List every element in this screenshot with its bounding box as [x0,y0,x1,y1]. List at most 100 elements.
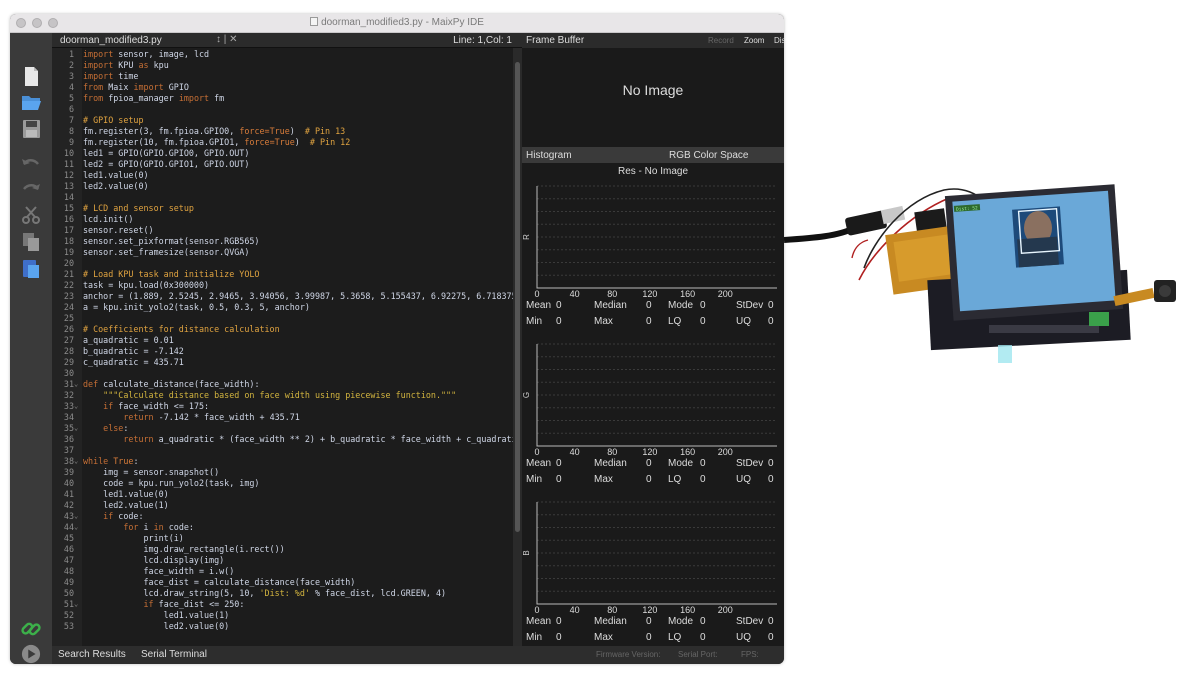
x-tick-label: 120 [642,605,657,614]
line-number: 21 [63,269,74,279]
code-line[interactable]: 12 led1.value(0) [52,170,513,181]
color-space-select[interactable]: RGB Color Space [669,150,748,161]
code-line[interactable]: 11 led2 = GPIO(GPIO.GPIO1, GPIO.OUT) [52,159,513,170]
code-line[interactable]: 10 led1 = GPIO(GPIO.GPIO0, GPIO.OUT) [52,148,513,159]
code-line[interactable]: 38 ⌄ while True: [52,456,513,467]
tab-controls[interactable]: ↕ | ✕ [216,34,238,45]
tab-serial-terminal[interactable]: Serial Terminal [141,649,207,660]
code-line[interactable]: 47 lcd.display(img) [52,555,513,566]
code-line[interactable]: 49 face_dist = calculate_distance(face_w… [52,577,513,588]
code-line[interactable]: 27 a_quadratic = 0.01 [52,335,513,346]
line-number: 22 [63,280,74,290]
fold-toggle-icon[interactable]: ⌄ [74,423,82,434]
open-file-tab[interactable]: doorman_modified3.py [60,35,162,46]
code-line[interactable]: 30 [52,368,513,379]
code-line[interactable]: 34 return -7.142 * face_width + 435.71 [52,412,513,423]
zoom-button[interactable]: Zoom [744,36,764,45]
code-text: from Maix import GPIO [83,82,189,92]
code-text: a_quadratic = 0.01 [83,335,174,345]
undo-icon[interactable] [19,153,43,175]
code-line[interactable]: 25 [52,313,513,324]
code-line[interactable]: 37 [52,445,513,456]
stat-value: 0 [700,316,706,327]
stat-label: UQ [736,632,751,643]
line-number: 51 [63,599,74,609]
code-line[interactable]: 6 [52,104,513,115]
code-line[interactable]: 21 # Load KPU task and initialize YOLO [52,269,513,280]
redo-icon[interactable] [19,178,43,200]
code-line[interactable]: 41 led1.value(0) [52,489,513,500]
code-line[interactable]: 51 ⌄ if face_dist <= 250: [52,599,513,610]
code-line[interactable]: 29 c_quadratic = 435.71 [52,357,513,368]
code-line[interactable]: 26 # Coefficients for distance calculatio… [52,324,513,335]
code-line[interactable]: 28 b_quadratic = -7.142 [52,346,513,357]
code-line[interactable]: 45 print(i) [52,533,513,544]
fold-toggle-icon[interactable]: ⌄ [74,456,82,467]
code-line[interactable]: 35 ⌄ else: [52,423,513,434]
code-line[interactable]: 8 fm.register(3, fm.fpioa.GPIO0, force=Tr… [52,126,513,137]
code-line[interactable]: 31 ⌄ def calculate_distance(face_width): [52,379,513,390]
run-icon[interactable] [19,644,43,664]
save-icon[interactable] [19,118,43,140]
code-text: img.draw_rectangle(i.rect()) [83,544,285,554]
scrollbar-thumb[interactable] [515,62,520,532]
tab-histogram[interactable]: Histogram [526,150,572,161]
code-line[interactable]: 18 sensor.set_pixformat(sensor.RGB565) [52,236,513,247]
code-line[interactable]: 40 code = kpu.run_yolo2(task, img) [52,478,513,489]
code-line[interactable]: 1 import sensor, image, lcd [52,49,513,60]
fold-toggle-icon[interactable]: ⌄ [74,401,82,412]
code-line[interactable]: 50 lcd.draw_string(5, 10, 'Dist: %d' % f… [52,588,513,599]
tab-search-results[interactable]: Search Results [58,649,126,660]
code-line[interactable]: 48 face_width = i.w() [52,566,513,577]
dev-board: Dist: 52 [885,184,1131,363]
code-line[interactable]: 2 import KPU as kpu [52,60,513,71]
stat-value: 0 [700,632,706,643]
code-line[interactable]: 53 led2.value(0) [52,621,513,632]
copy-icon[interactable] [19,231,43,253]
paste-icon[interactable] [19,257,43,279]
disable-button[interactable]: Dis [774,36,784,45]
code-line[interactable]: 20 [52,258,513,269]
code-line[interactable]: 43 ⌄ if code: [52,511,513,522]
new-file-icon[interactable] [19,65,43,87]
code-line[interactable]: 5 from fpioa_manager import fm [52,93,513,104]
cut-icon[interactable] [19,204,43,226]
fold-toggle-icon[interactable]: ⌄ [74,522,82,533]
code-editor[interactable]: 1 import sensor, image, lcd 2 import KPU as… [52,48,513,649]
editor-scrollbar[interactable] [513,48,522,649]
line-number: 16 [63,214,74,224]
code-line[interactable]: 14 [52,192,513,203]
connect-link-icon[interactable] [19,618,43,640]
code-line[interactable]: 16 lcd.init() [52,214,513,225]
code-line[interactable]: 7 # GPIO setup [52,115,513,126]
code-line[interactable]: 19 sensor.set_framesize(sensor.QVGA) [52,247,513,258]
stat-label: Mode [668,458,694,469]
channel-label: B [522,550,531,555]
code-text: b_quadratic = -7.142 [83,346,184,356]
code-line[interactable]: 32 """Calculate distance based on face w… [52,390,513,401]
open-folder-icon[interactable] [19,91,43,113]
code-line[interactable]: 36 return a_quadratic * (face_width ** 2… [52,434,513,445]
code-line[interactable]: 46 img.draw_rectangle(i.rect()) [52,544,513,555]
code-line[interactable]: 17 sensor.reset() [52,225,513,236]
fold-toggle-icon[interactable]: ⌄ [74,379,82,390]
code-line[interactable]: 22 task = kpu.load(0x300000) [52,280,513,291]
code-line[interactable]: 3 import time [52,71,513,82]
code-line[interactable]: 33 ⌄ if face_width <= 175: [52,401,513,412]
code-line[interactable]: 24 a = kpu.init_yolo2(task, 0.5, 0.3, 5, … [52,302,513,313]
line-number: 13 [63,181,74,191]
code-line[interactable]: 15 # LCD and sensor setup [52,203,513,214]
code-line[interactable]: 39 img = sensor.snapshot() [52,467,513,478]
code-line[interactable]: 52 led1.value(1) [52,610,513,621]
code-line[interactable]: 13 led2.value(0) [52,181,513,192]
record-button[interactable]: Record [708,36,734,45]
line-number: 19 [63,247,74,257]
x-tick-label: 80 [607,447,617,456]
code-line[interactable]: 23 anchor = (1.889, 2.5245, 2.9465, 3.940… [52,291,513,302]
code-line[interactable]: 4 from Maix import GPIO [52,82,513,93]
code-line[interactable]: 9 fm.register(10, fm.fpioa.GPIO1, force=T… [52,137,513,148]
fold-toggle-icon[interactable]: ⌄ [74,599,82,610]
fold-toggle-icon[interactable]: ⌄ [74,511,82,522]
code-line[interactable]: 42 led2.value(1) [52,500,513,511]
code-line[interactable]: 44 ⌄ for i in code: [52,522,513,533]
